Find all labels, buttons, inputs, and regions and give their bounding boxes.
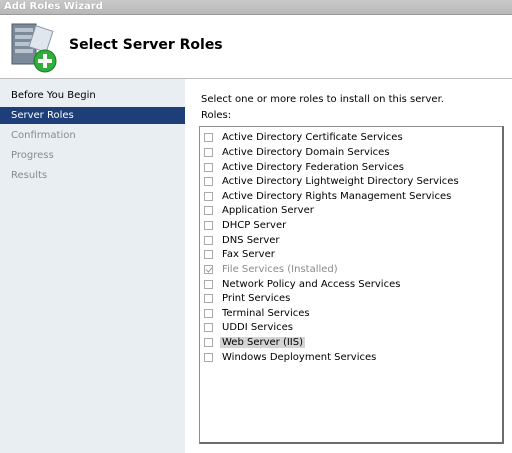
nav-step-confirmation[interactable]: Confirmation bbox=[0, 127, 185, 144]
role-checkbox[interactable] bbox=[204, 309, 213, 318]
role-checkbox[interactable] bbox=[204, 338, 213, 347]
role-checkbox[interactable] bbox=[204, 177, 213, 186]
role-label: Active Directory Certificate Services bbox=[222, 132, 403, 143]
server-add-icon bbox=[11, 23, 57, 73]
role-dhcp-server[interactable]: DHCP Server bbox=[204, 219, 288, 232]
role-terminal-services[interactable]: Terminal Services bbox=[204, 307, 312, 320]
role-web-server-iis[interactable]: Web Server (IIS) bbox=[204, 336, 306, 349]
role-label: Active Directory Domain Services bbox=[222, 147, 390, 158]
role-label: Active Directory Federation Services bbox=[222, 162, 404, 173]
roles-label: Roles: bbox=[201, 110, 232, 121]
role-file-services: File Services (Installed) bbox=[204, 263, 340, 276]
role-label: Network Policy and Access Services bbox=[222, 279, 401, 290]
title-bar[interactable]: Add Roles Wizard bbox=[0, 0, 512, 15]
role-print-services[interactable]: Print Services bbox=[204, 292, 292, 305]
role-checkbox[interactable] bbox=[204, 221, 213, 230]
role-ad-federation-services[interactable]: Active Directory Federation Services bbox=[204, 161, 406, 174]
role-label: Windows Deployment Services bbox=[222, 352, 377, 363]
role-checkbox[interactable] bbox=[204, 323, 213, 332]
wizard-step-nav: Before You Begin Server Roles Confirmati… bbox=[0, 79, 185, 453]
role-label: DNS Server bbox=[222, 235, 280, 246]
role-checkbox[interactable] bbox=[204, 250, 213, 259]
role-label: File Services (Installed) bbox=[222, 264, 338, 275]
role-label: UDDI Services bbox=[222, 322, 294, 333]
role-application-server[interactable]: Application Server bbox=[204, 204, 316, 217]
role-checkbox[interactable] bbox=[204, 192, 213, 201]
role-checkbox[interactable] bbox=[204, 280, 213, 289]
nav-step-server-roles[interactable]: Server Roles bbox=[0, 107, 185, 124]
role-label: Application Server bbox=[222, 205, 314, 216]
role-network-policy-access-services[interactable]: Network Policy and Access Services bbox=[204, 278, 402, 291]
window-title: Add Roles Wizard bbox=[4, 1, 103, 12]
role-checkbox[interactable] bbox=[204, 353, 213, 362]
role-uddi-services[interactable]: UDDI Services bbox=[204, 321, 295, 334]
nav-step-progress[interactable]: Progress bbox=[0, 147, 185, 164]
role-checkbox[interactable] bbox=[204, 148, 213, 157]
role-label: Web Server (IIS) bbox=[220, 337, 306, 348]
role-label: DHCP Server bbox=[222, 220, 287, 231]
role-label: Active Directory Lightweight Directory S… bbox=[222, 176, 459, 187]
nav-step-before-you-begin[interactable]: Before You Begin bbox=[0, 87, 185, 104]
role-checkbox-checked bbox=[204, 265, 213, 274]
role-label: Terminal Services bbox=[222, 308, 310, 319]
role-checkbox[interactable] bbox=[204, 206, 213, 215]
role-windows-deployment-services[interactable]: Windows Deployment Services bbox=[204, 351, 378, 364]
role-checkbox[interactable] bbox=[204, 163, 213, 172]
role-ad-domain-services[interactable]: Active Directory Domain Services bbox=[204, 146, 392, 159]
role-ad-rights-management-services[interactable]: Active Directory Rights Management Servi… bbox=[204, 190, 453, 203]
page-title: Select Server Roles bbox=[69, 37, 223, 53]
role-checkbox[interactable] bbox=[204, 236, 213, 245]
role-dns-server[interactable]: DNS Server bbox=[204, 234, 282, 247]
role-checkbox[interactable] bbox=[204, 294, 213, 303]
nav-step-results[interactable]: Results bbox=[0, 167, 185, 184]
role-checkbox[interactable] bbox=[204, 133, 213, 142]
role-ad-certificate-services[interactable]: Active Directory Certificate Services bbox=[204, 131, 405, 144]
instruction-text: Select one or more roles to install on t… bbox=[201, 94, 444, 105]
roles-list[interactable]: Active Directory Certificate Services Ac… bbox=[199, 126, 504, 444]
role-label: Fax Server bbox=[222, 249, 275, 260]
wizard-header: Select Server Roles bbox=[0, 15, 512, 79]
role-label: Print Services bbox=[222, 293, 291, 304]
role-fax-server[interactable]: Fax Server bbox=[204, 248, 277, 261]
role-label: Active Directory Rights Management Servi… bbox=[222, 191, 452, 202]
role-ad-lightweight-directory-services[interactable]: Active Directory Lightweight Directory S… bbox=[204, 175, 461, 188]
